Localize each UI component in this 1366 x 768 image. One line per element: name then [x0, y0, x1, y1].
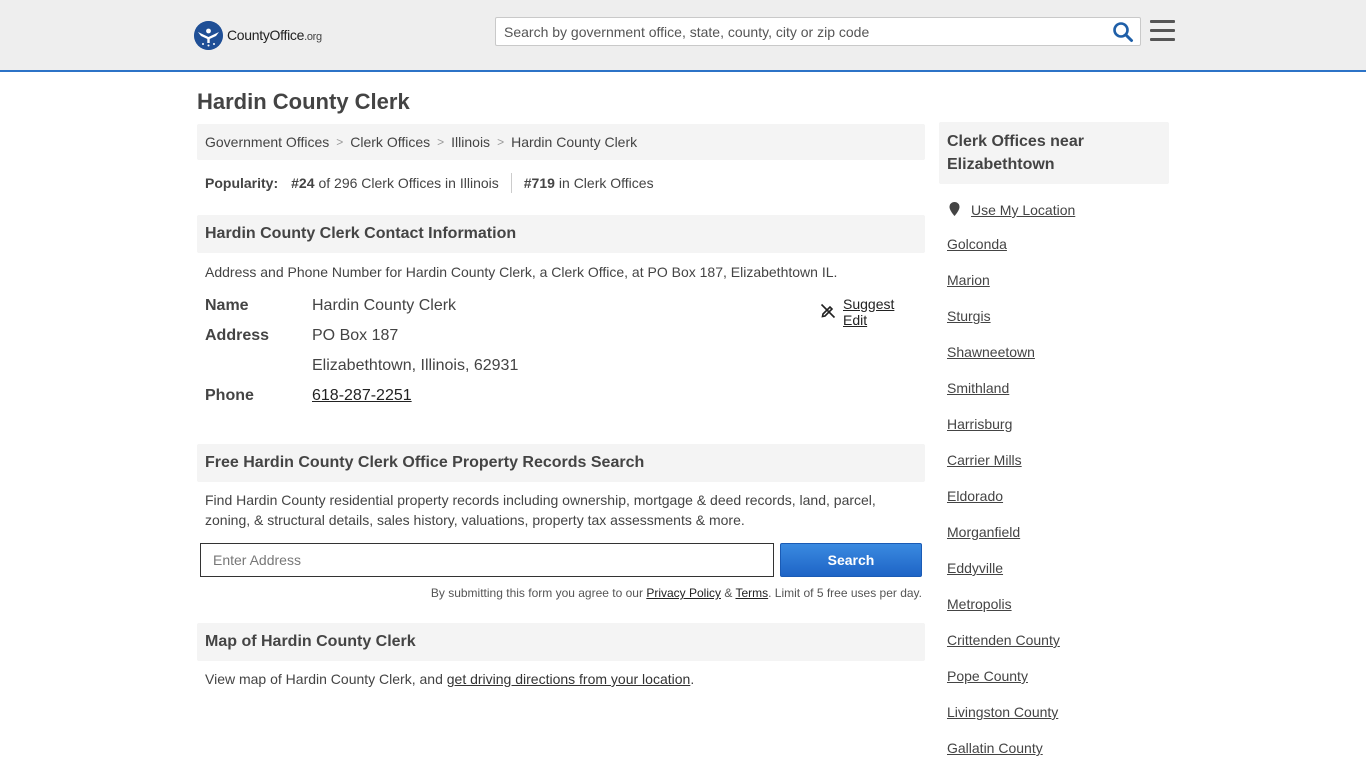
national-rank: #719 [523, 175, 555, 191]
top-header: CountyOffice.org [0, 0, 1366, 72]
sidebar-heading: Clerk Offices near Elizabethtown [939, 122, 1169, 184]
hamburger-menu-icon[interactable] [1150, 20, 1175, 42]
property-description-line1: Find Hardin County residential property … [205, 492, 876, 508]
breadcrumb-current: Hardin County Clerk [511, 134, 638, 150]
breadcrumb-government-offices[interactable]: Government Offices [205, 134, 329, 150]
suggest-edit-link[interactable]: Suggest Edit [843, 296, 922, 328]
list-item[interactable]: Morganfield [947, 524, 1020, 544]
name-label: Name [205, 297, 249, 314]
list-item[interactable]: Gallatin County [947, 740, 1043, 760]
list-item[interactable]: Marion [947, 272, 990, 292]
breadcrumb-clerk-offices[interactable]: Clerk Offices [350, 134, 430, 150]
list-item[interactable]: Livingston County [947, 704, 1058, 724]
privacy-policy-link[interactable]: Privacy Policy [646, 586, 721, 600]
list-item[interactable]: Eddyville [947, 560, 1003, 580]
property-heading: Free Hardin County Clerk Office Property… [197, 444, 925, 482]
site-search-input[interactable] [496, 18, 1106, 45]
phone-label: Phone [205, 387, 254, 404]
map-pin-icon [947, 201, 962, 220]
list-item[interactable]: Golconda [947, 236, 1007, 256]
chevron-right-icon: > [497, 135, 505, 149]
page-title: Hardin County Clerk [197, 89, 410, 114]
list-item[interactable]: Eldorado [947, 488, 1003, 508]
search-icon[interactable] [1112, 21, 1136, 43]
chevron-right-icon: > [437, 135, 445, 149]
use-location-link[interactable]: Use My Location [971, 202, 1075, 218]
property-description-line2: zoning, & structural details, sales hist… [205, 512, 745, 528]
popularity-label: Popularity: [205, 175, 279, 191]
contact-description: Address and Phone Number for Hardin Coun… [205, 264, 838, 280]
divider [510, 173, 512, 193]
eagle-logo-icon [194, 20, 223, 50]
state-rank-text: of 296 Clerk Offices in Illinois [318, 175, 499, 191]
chevron-right-icon: > [336, 135, 344, 149]
list-item[interactable]: Smithland [947, 380, 1009, 400]
list-item[interactable]: Metropolis [947, 596, 1012, 616]
address-row: Address PO Box 187 [205, 321, 398, 351]
driving-directions-link[interactable]: get driving directions from your locatio… [447, 671, 691, 687]
address-line2: Elizabethtown, Illinois, 62931 [312, 357, 519, 374]
edit-off-icon [820, 303, 836, 322]
terms-notice: By submitting this form you agree to our… [430, 586, 922, 600]
phone-link[interactable]: 618-287-2251 [312, 387, 412, 404]
map-description: View map of Hardin County Clerk, and get… [205, 671, 695, 687]
name-row: Name Hardin County Clerk [205, 291, 456, 321]
address-input[interactable] [200, 543, 774, 577]
property-search-button[interactable]: Search [780, 543, 922, 577]
map-heading: Map of Hardin County Clerk [197, 623, 925, 661]
breadcrumb: Government Offices > Clerk Offices > Ill… [197, 124, 925, 160]
list-item[interactable]: Carrier Mills [947, 452, 1022, 472]
popularity-bar: Popularity: #24 of 296 Clerk Offices in … [205, 173, 654, 193]
use-location-item[interactable]: Use My Location [947, 200, 1075, 220]
breadcrumb-illinois[interactable]: Illinois [451, 134, 490, 150]
site-search [495, 17, 1141, 46]
logo-wordmark: CountyOffice.org [227, 27, 322, 43]
contact-heading: Hardin County Clerk Contact Information [197, 215, 925, 253]
list-item[interactable]: Pope County [947, 668, 1028, 688]
property-description: Find Hardin County residential property … [205, 490, 876, 530]
address-row-2: Elizabethtown, Illinois, 62931 [205, 351, 518, 381]
list-item[interactable]: Harrisburg [947, 416, 1012, 436]
suggest-edit[interactable]: Suggest Edit [820, 296, 922, 328]
list-item[interactable]: Shawneetown [947, 344, 1035, 364]
phone-row: Phone 618-287-2251 [205, 381, 412, 411]
address-line1: PO Box 187 [312, 327, 399, 344]
terms-link[interactable]: Terms [735, 586, 768, 600]
list-item[interactable]: Sturgis [947, 308, 991, 328]
list-item[interactable]: Crittenden County [947, 632, 1060, 652]
site-logo[interactable]: CountyOffice.org [194, 20, 322, 50]
state-rank: #24 [291, 175, 315, 191]
national-rank-text: in Clerk Offices [558, 175, 654, 191]
address-label: Address [205, 327, 270, 344]
name-value: Hardin County Clerk [312, 297, 457, 314]
